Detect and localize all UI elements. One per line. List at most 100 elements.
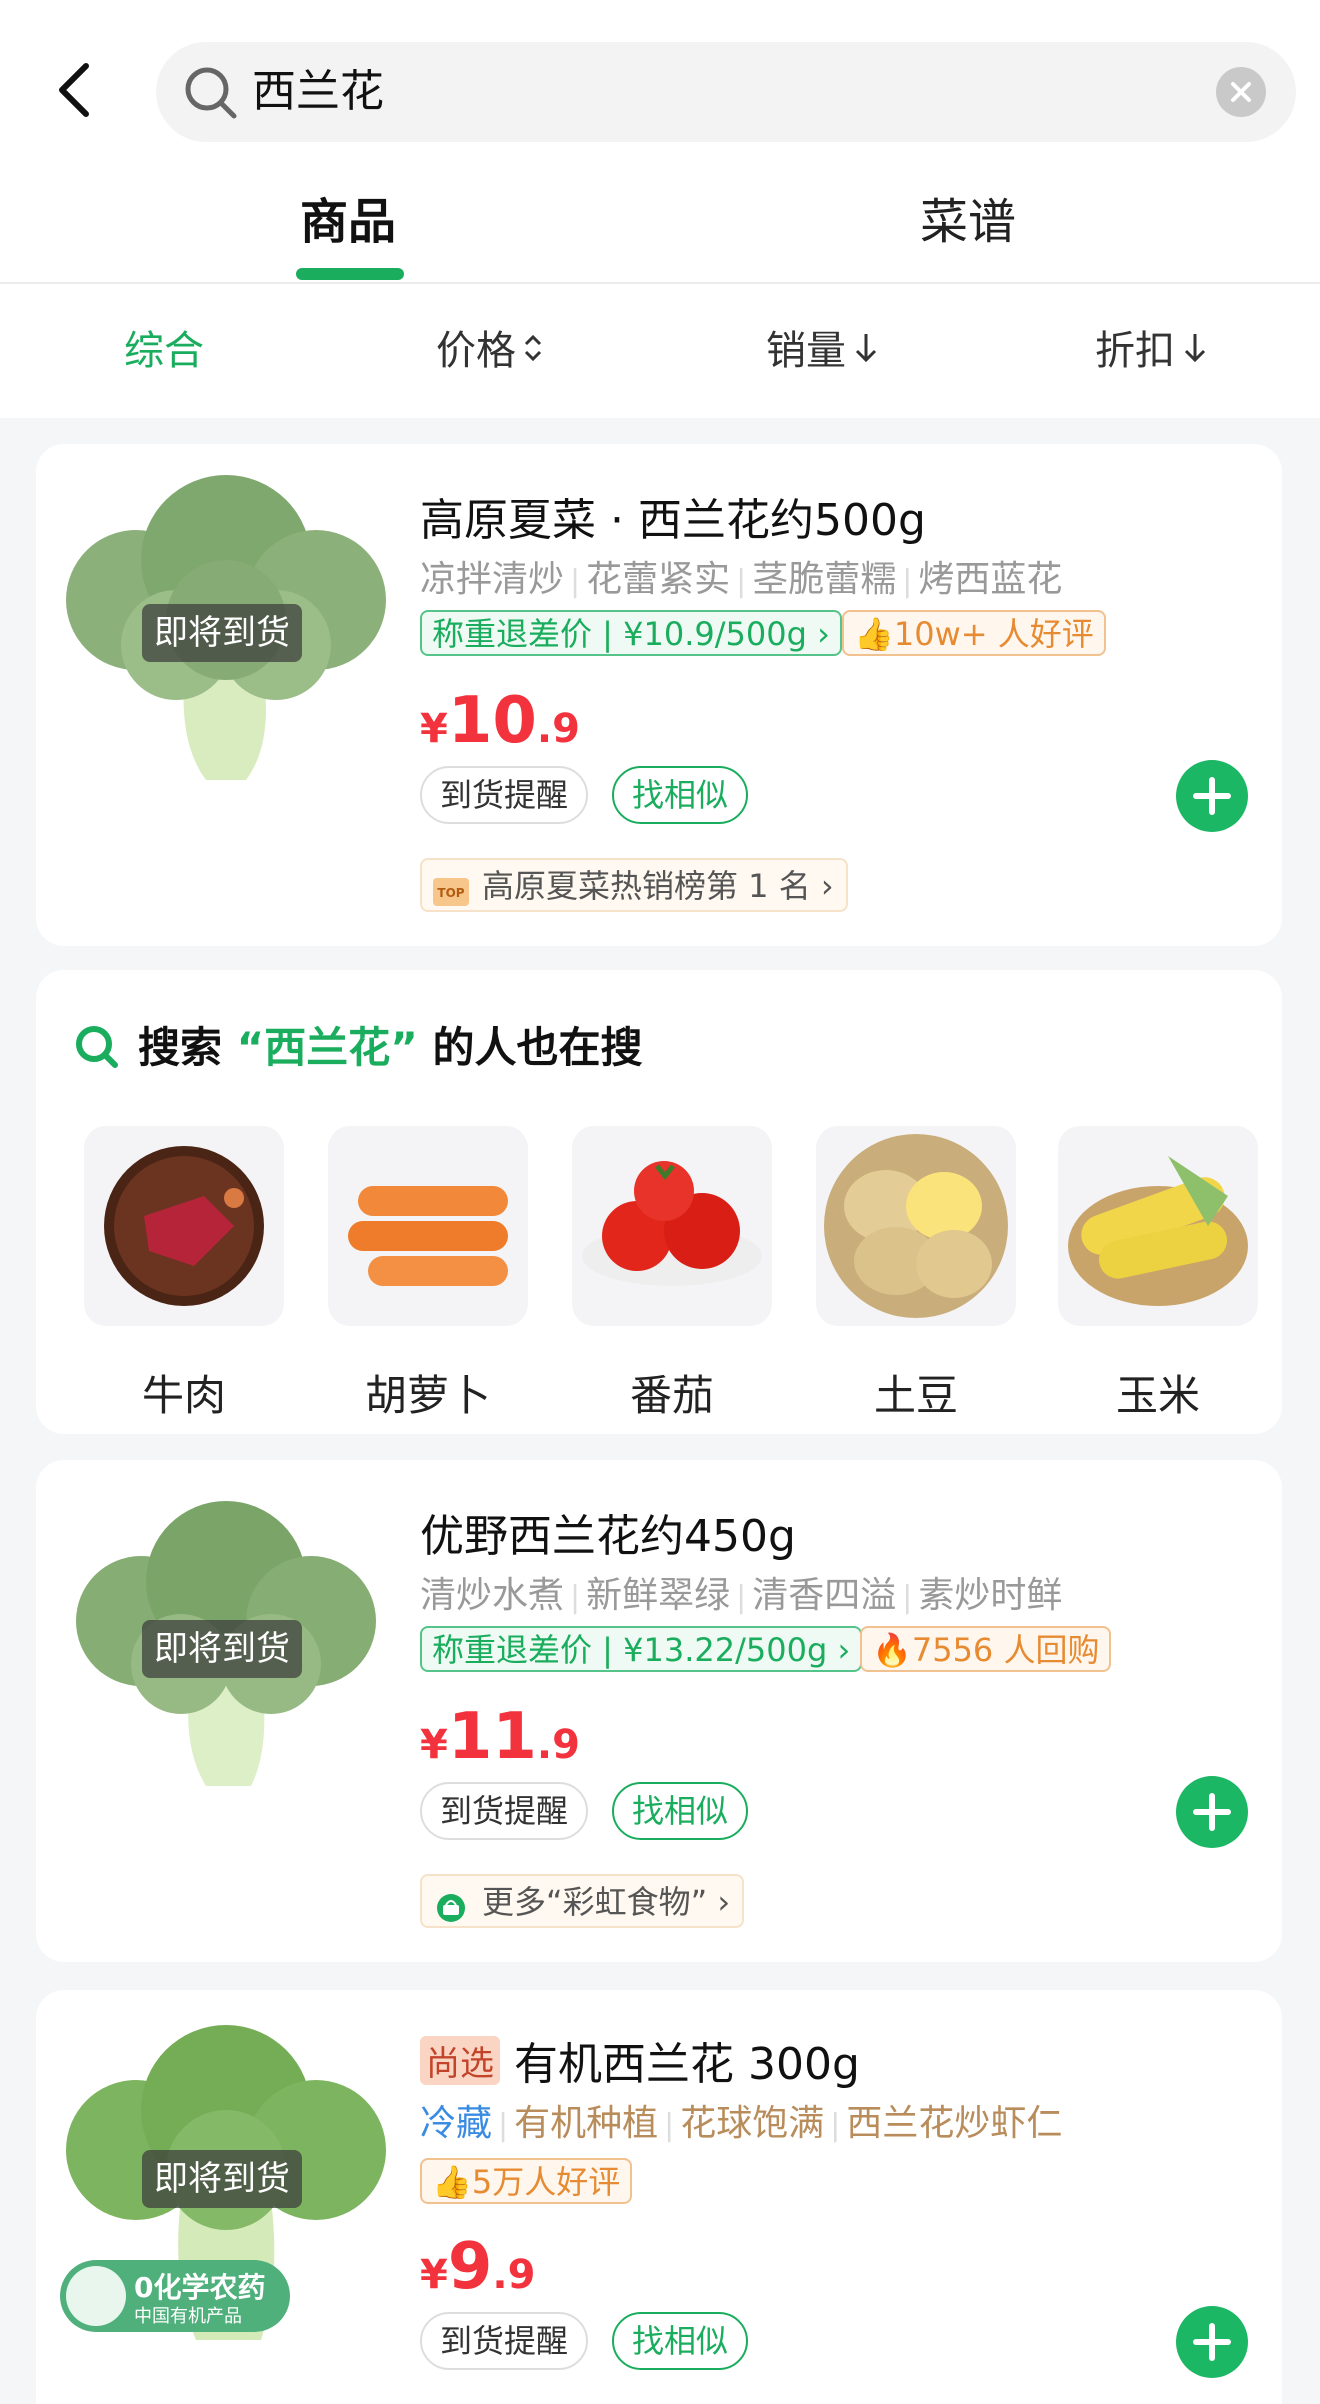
filter-price[interactable]: 价格 — [436, 284, 544, 418]
tag: 西兰花炒虾仁 — [846, 2103, 1063, 2144]
ranking-tag[interactable]: TOP 高原夏菜热销榜第 1 名 › — [420, 858, 848, 912]
organic-seal-icon — [66, 2266, 126, 2326]
related-item-beef[interactable]: 牛肉 — [84, 1126, 284, 1423]
arriving-soon-badge: 即将到货 — [142, 2150, 302, 2208]
related-item-tomato[interactable]: 番茄 — [572, 1126, 772, 1423]
arrival-reminder-button[interactable]: 到货提醒 — [420, 1782, 589, 1840]
product-tags: 冷藏 | 有机种植 | 花球饱满 | 西兰花炒虾仁 — [420, 2103, 1063, 2144]
repurchase-tag: 🔥7556 人回购 — [860, 1626, 1112, 1672]
related-item-name: 玉米 — [1115, 1371, 1200, 1420]
find-similar-button[interactable]: 找相似 — [612, 766, 749, 824]
related-item-name: 土豆 — [873, 1371, 958, 1420]
add-to-cart-button[interactable] — [1176, 1776, 1248, 1848]
price-int: 9 — [447, 2230, 493, 2304]
product-tags: 凉拌清炒 | 花蕾紧实 | 茎脆蕾糯 | 烤西蓝花 — [420, 559, 1063, 600]
price: ¥10.9 — [420, 684, 580, 758]
tag: 茎脆蕾糯 — [752, 559, 897, 600]
beef-image — [84, 1126, 284, 1326]
product-card[interactable]: 即将到货 优野西兰花约450g 清炒水煮 | 新鲜翠绿 | 清香四溢 | 素炒时鲜 称重退差… — [36, 1460, 1282, 1962]
search-icon — [180, 62, 240, 122]
flame-icon: 🔥 — [872, 1631, 912, 1669]
search-icon — [72, 1022, 120, 1080]
organic-title: 0化学农药 — [134, 2271, 266, 2304]
price-int: 10 — [447, 684, 537, 758]
plus-icon — [1193, 777, 1231, 815]
add-to-cart-button[interactable] — [1176, 760, 1248, 832]
also-keyword: “西兰花” — [236, 1023, 418, 1072]
also-suffix: 的人也在搜 — [432, 1023, 643, 1072]
filter-label: 价格 — [436, 328, 516, 374]
more-link-label: 更多“彩虹食物” — [482, 1883, 708, 1921]
repurchase-label: 7556 人回购 — [911, 1631, 1100, 1669]
product-card[interactable]: 即将到货 0化学农药 中国有机产品 尚选 有机西兰花 300g 冷藏 | 有机种植 | 花… — [36, 1990, 1282, 2404]
ranking-label: 高原夏菜热销榜第 1 名 — [482, 867, 811, 905]
arrival-reminder-button[interactable]: 到货提醒 — [420, 766, 589, 824]
find-similar-button[interactable]: 找相似 — [612, 2312, 749, 2370]
find-similar-button[interactable]: 找相似 — [612, 1782, 749, 1840]
filter-label: 折扣 — [1095, 328, 1175, 374]
weight-refund-label: 称重退差价 | ¥10.9/500g — [432, 615, 807, 653]
related-item-potato[interactable]: 土豆 — [816, 1126, 1016, 1423]
organic-subtitle: 中国有机产品 — [134, 2306, 242, 2327]
product-title[interactable]: 优野西兰花约450g — [420, 1500, 796, 1564]
top-rank-icon: TOP — [432, 870, 470, 906]
clear-icon[interactable] — [1216, 67, 1266, 117]
rating-label: 5万人好评 — [471, 2163, 621, 2201]
price-currency: ¥ — [420, 2252, 448, 2298]
add-to-cart-button[interactable] — [1176, 2306, 1248, 2378]
arrow-down-icon — [852, 286, 880, 420]
more-link-tag[interactable]: 更多“彩虹食物” › — [420, 1874, 745, 1928]
tag: 花蕾紧实 — [586, 559, 731, 600]
back-icon[interactable] — [52, 60, 100, 120]
tag: 花球饱满 — [680, 2103, 825, 2144]
tab-goods[interactable]: 商品 — [300, 182, 396, 252]
product-title[interactable]: 尚选 有机西兰花 300g — [420, 2028, 860, 2092]
search-bar[interactable]: 西兰花 — [156, 42, 1296, 142]
search-input[interactable]: 西兰花 — [252, 42, 384, 142]
rating-tag: 👍10w+ 人好评 — [842, 610, 1106, 656]
basket-icon — [432, 1886, 470, 1922]
plus-icon — [1193, 1793, 1231, 1831]
product-title[interactable]: 高原夏菜 · 西兰花约500g — [420, 484, 926, 548]
related-item-carrot[interactable]: 胡萝卜 — [328, 1126, 528, 1423]
filter-discount[interactable]: 折扣 — [1095, 284, 1209, 418]
filter-sales[interactable]: 销量 — [766, 284, 880, 418]
rating-tag: 👍5万人好评 — [420, 2158, 633, 2204]
corn-image — [1058, 1126, 1258, 1326]
product-title-text: 有机西兰花 300g — [514, 2039, 860, 2090]
price: ¥9.9 — [420, 2230, 535, 2304]
also-prefix: 搜索 — [138, 1023, 223, 1072]
price-currency: ¥ — [420, 706, 448, 752]
weight-refund-label: 称重退差价 | ¥13.22/500g — [432, 1631, 828, 1669]
product-card[interactable]: 即将到货 高原夏菜 · 西兰花约500g 凉拌清炒 | 花蕾紧实 | 茎脆蕾糯 | 烤西蓝花… — [36, 444, 1282, 946]
header: 西兰花 商品 菜谱 — [0, 0, 1320, 282]
sort-updown-icon — [522, 286, 544, 420]
arrival-reminder-button[interactable]: 到货提醒 — [420, 2312, 589, 2370]
tab-indicator — [296, 268, 404, 280]
related-item-name: 胡萝卜 — [364, 1371, 491, 1420]
price-dec: .9 — [536, 706, 580, 752]
rating-label: 10w+ 人好评 — [893, 615, 1094, 653]
tag: 有机种植 — [514, 2103, 659, 2144]
related-item-corn[interactable]: 玉米 — [1058, 1126, 1258, 1423]
also-searched-title: 搜索 “西兰花” 的人也在搜 — [72, 1014, 643, 1080]
svg-text:TOP: TOP — [437, 886, 464, 900]
tag: 素炒时鲜 — [918, 1575, 1063, 1616]
thumbs-up-icon: 👍 — [854, 615, 894, 653]
tag: 清炒水煮 — [420, 1575, 565, 1616]
price-dec: .9 — [536, 1722, 580, 1768]
tag: 新鲜翠绿 — [586, 1575, 731, 1616]
price-currency: ¥ — [420, 1722, 448, 1768]
weight-refund-tag[interactable]: 称重退差价 | ¥13.22/500g › — [420, 1626, 863, 1672]
filter-overall[interactable]: 综合 — [124, 284, 204, 418]
price-dec: .9 — [492, 2252, 536, 2298]
organic-badge: 0化学农药 中国有机产品 — [60, 2260, 290, 2332]
arriving-soon-badge: 即将到货 — [142, 604, 302, 662]
arriving-soon-badge: 即将到货 — [142, 1620, 302, 1678]
filter-label: 综合 — [124, 328, 204, 374]
thumbs-up-icon: 👍 — [432, 2163, 472, 2201]
tag: 清香四溢 — [752, 1575, 897, 1616]
tab-recipes[interactable]: 菜谱 — [920, 182, 1016, 252]
weight-refund-tag[interactable]: 称重退差价 | ¥10.9/500g › — [420, 610, 842, 656]
plus-icon — [1193, 2323, 1231, 2361]
